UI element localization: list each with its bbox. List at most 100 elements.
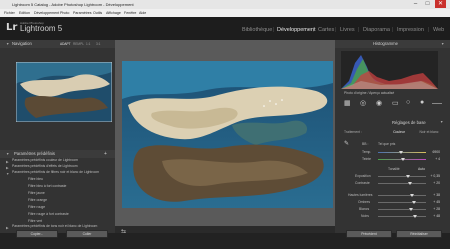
- crop-tool-icon[interactable]: ▦: [344, 99, 351, 107]
- expand-triangle-icon[interactable]: ▶: [6, 226, 9, 230]
- treatment-label: Traitement :: [344, 130, 362, 134]
- highlights-slider-track[interactable]: [378, 195, 426, 196]
- spot-removal-icon[interactable]: ◎: [360, 99, 366, 107]
- menu-outils[interactable]: Outils: [93, 9, 102, 17]
- preset-item[interactable]: Filtre bleu: [28, 177, 43, 181]
- shadows-slider-track[interactable]: [378, 202, 426, 203]
- blacks-value[interactable]: + 48: [430, 214, 440, 218]
- module-livres[interactable]: Livres: [340, 27, 355, 33]
- wb-value[interactable]: Tel que pris: [378, 142, 395, 146]
- minimize-button[interactable]: –: [410, 0, 421, 8]
- main-photo[interactable]: [122, 61, 333, 208]
- contrast-value[interactable]: + 20: [430, 181, 440, 185]
- window-title: Lightroom 5 Catalog - Adobe Photoshop Li…: [12, 2, 134, 7]
- preset-item[interactable]: Filtre vert: [28, 219, 42, 223]
- collapse-triangle-icon[interactable]: ▼: [6, 172, 9, 176]
- whites-slider-track[interactable]: [378, 209, 426, 210]
- shadows-value[interactable]: + 45: [430, 200, 440, 204]
- module-separator: |: [313, 27, 315, 33]
- module-separator: |: [392, 27, 394, 33]
- exposure-slider-track[interactable]: [378, 176, 426, 177]
- module-cartes[interactable]: Cartes: [318, 27, 334, 33]
- preset-item[interactable]: Filtre orange: [28, 198, 47, 202]
- highlights-slider-knob[interactable]: [410, 194, 414, 197]
- preset-group[interactable]: Paramètres prédéfinis de tons noir et bl…: [12, 224, 97, 228]
- highlights-value[interactable]: + 38: [430, 193, 440, 197]
- preset-group[interactable]: Paramètres prédéfinis de filtres noir et…: [12, 170, 99, 174]
- temp-label: Temp.: [362, 150, 372, 154]
- zoom-3-1[interactable]: 3:1: [96, 40, 100, 48]
- zoom-adapt[interactable]: ADAPT: [60, 40, 71, 48]
- module-separator: |: [335, 27, 337, 33]
- basic-title: Réglages de base: [392, 120, 426, 125]
- auto-tone-button[interactable]: Auto: [418, 167, 425, 171]
- menu-fichier[interactable]: Fichier: [4, 9, 15, 17]
- temp-slider-knob[interactable]: [399, 151, 403, 154]
- temp-value[interactable]: 6900: [430, 150, 440, 154]
- lightroom-logo: Lr: [6, 22, 18, 33]
- exposure-label: Exposition: [355, 174, 371, 178]
- module-developpement[interactable]: Développement: [277, 27, 316, 33]
- radial-filter-icon[interactable]: ○: [406, 99, 410, 106]
- menu-aide[interactable]: Aide: [139, 9, 146, 17]
- preset-item[interactable]: Filtre rouge: [28, 205, 45, 209]
- copy-button[interactable]: Copier...: [16, 230, 58, 238]
- expand-triangle-icon[interactable]: ▶: [6, 160, 9, 164]
- tint-slider-knob[interactable]: [401, 158, 405, 161]
- menu-parametres[interactable]: Paramètres: [73, 9, 92, 17]
- whites-slider-knob[interactable]: [409, 208, 413, 211]
- histogram[interactable]: [341, 51, 438, 89]
- module-separator: |: [358, 27, 360, 33]
- module-separator: |: [428, 27, 430, 33]
- brand-name: Lightroom 5: [20, 24, 63, 33]
- adjustment-brush-icon[interactable]: ●: [420, 99, 424, 106]
- reset-button[interactable]: Réinitialiser: [396, 230, 442, 238]
- close-button[interactable]: ✕: [435, 0, 446, 8]
- menu-developpement[interactable]: Développement: [34, 9, 59, 17]
- collapse-triangle-icon: ▼: [6, 42, 10, 46]
- tool-strip-slider[interactable]: [432, 103, 442, 104]
- module-diaporama[interactable]: Diaporama: [363, 27, 390, 33]
- blacks-slider-knob[interactable]: [413, 215, 417, 218]
- red-eye-icon[interactable]: ◉: [376, 99, 382, 107]
- exposure-value[interactable]: + 0,35: [430, 174, 440, 178]
- preset-item[interactable]: Filtre bleu à fort contraste: [28, 184, 66, 188]
- menu-fenetre[interactable]: Fenêtre: [124, 9, 136, 17]
- histogram-header[interactable]: Histogramme ▼: [335, 40, 450, 48]
- menu-photo[interactable]: Photo: [60, 9, 69, 17]
- contrast-slider-knob[interactable]: [408, 182, 412, 185]
- exposure-slider-knob[interactable]: [406, 175, 410, 178]
- tint-value[interactable]: + 4: [430, 157, 440, 161]
- preset-group[interactable]: Paramètres prédéfinis couleur de Lightro…: [12, 158, 78, 162]
- maximize-button[interactable]: □: [422, 0, 433, 8]
- zoom-1-1[interactable]: 1:1: [86, 40, 90, 48]
- preset-group[interactable]: Paramètres prédéfinis d'effets de Lightr…: [12, 164, 78, 168]
- module-web[interactable]: Web: [433, 27, 444, 33]
- blacks-slider-track[interactable]: [378, 216, 426, 217]
- shadows-slider-knob[interactable]: [412, 201, 416, 204]
- treatment-bw-tab[interactable]: Noir et blanc: [412, 129, 446, 136]
- contrast-slider-track[interactable]: [378, 183, 426, 184]
- navigator-thumbnail[interactable]: [16, 62, 112, 122]
- eyedropper-icon[interactable]: ✎: [344, 140, 349, 147]
- module-bibliotheque[interactable]: Bibliothèque: [242, 27, 272, 33]
- navigator-header[interactable]: ▼ Navigation ADAPT REMPL 1:1 3:1: [0, 40, 115, 48]
- zoom-rempl[interactable]: REMPL: [73, 40, 84, 48]
- menu-edition[interactable]: Edition: [19, 9, 30, 17]
- presets-header[interactable]: ▼ Paramètres prédéfinis +: [0, 150, 115, 158]
- menu-affichage[interactable]: Affichage: [106, 9, 121, 17]
- navigator-title: Navigation: [12, 41, 32, 46]
- add-preset-icon[interactable]: +: [104, 150, 107, 158]
- tint-label: Teinte: [362, 157, 372, 161]
- preset-item[interactable]: Filtre jaune: [28, 191, 45, 195]
- graduated-filter-icon[interactable]: ▭: [392, 99, 399, 107]
- preset-item[interactable]: Filtre rouge à fort contraste: [28, 212, 69, 216]
- histogram-caption: Photo d'origine / Aperçu actualisé: [344, 91, 395, 95]
- paste-button[interactable]: Coller: [66, 230, 108, 238]
- previous-button[interactable]: Précédent: [346, 230, 392, 238]
- expand-triangle-icon[interactable]: ▶: [6, 166, 9, 170]
- whites-value[interactable]: + 28: [430, 207, 440, 211]
- shadows-label: Ombres: [358, 200, 371, 204]
- treatment-color-tab[interactable]: Couleur: [388, 129, 410, 136]
- module-impression[interactable]: Impression: [397, 27, 424, 33]
